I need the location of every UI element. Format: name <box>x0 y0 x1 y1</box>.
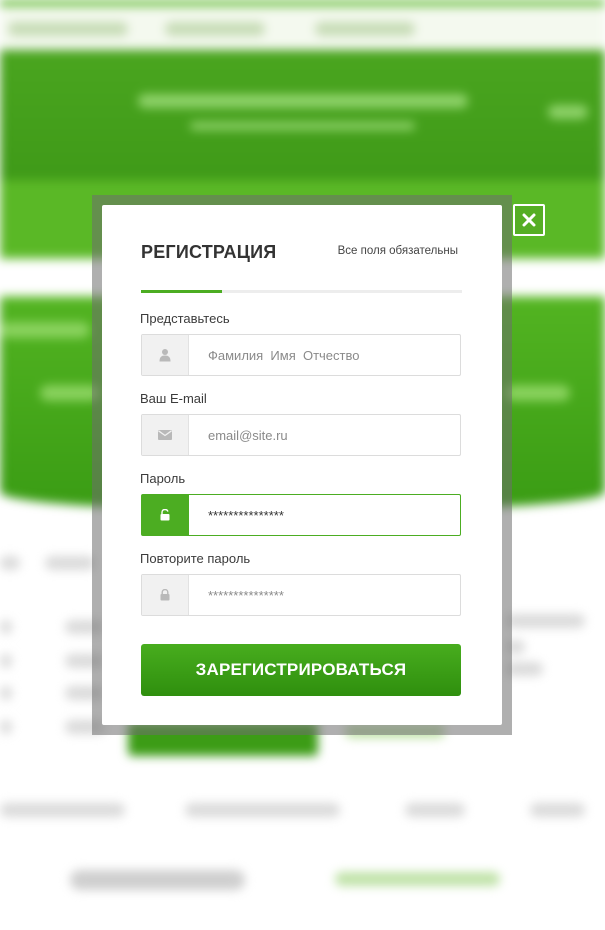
name-label: Представьтесь <box>140 311 230 326</box>
name-field[interactable] <box>141 334 461 376</box>
email-field[interactable] <box>141 414 461 456</box>
close-icon <box>522 213 536 227</box>
modal-title: РЕГИСТРАЦИЯ <box>141 242 277 262</box>
password-input[interactable] <box>189 495 460 535</box>
user-icon-box <box>142 335 189 375</box>
background-header <box>0 50 605 180</box>
password-field[interactable] <box>141 494 461 536</box>
registration-modal: РЕГИСТРАЦИЯ Все поля обязательны Предста… <box>102 205 502 725</box>
email-label: Ваш E-mail <box>140 391 207 406</box>
tab-underline-active <box>141 290 222 293</box>
password-label: Пароль <box>140 471 186 486</box>
lock-icon-box <box>142 575 189 615</box>
envelope-icon <box>158 430 172 440</box>
unlock-icon <box>160 509 170 521</box>
email-input[interactable] <box>189 415 460 455</box>
repeat-password-label: Повторите пароль <box>140 551 251 566</box>
unlock-icon-box <box>142 495 189 535</box>
name-input[interactable] <box>189 335 460 375</box>
repeat-password-field[interactable] <box>141 574 461 616</box>
lock-icon <box>160 589 170 601</box>
close-button[interactable] <box>513 204 545 236</box>
repeat-password-input[interactable] <box>189 575 460 615</box>
envelope-icon-box <box>142 415 189 455</box>
user-icon <box>159 349 171 362</box>
background-topbar <box>0 0 605 50</box>
register-button[interactable]: ЗАРЕГИСТРИРОВАТЬСЯ <box>141 644 461 696</box>
required-fields-note: Все поля обязательны <box>337 245 458 257</box>
